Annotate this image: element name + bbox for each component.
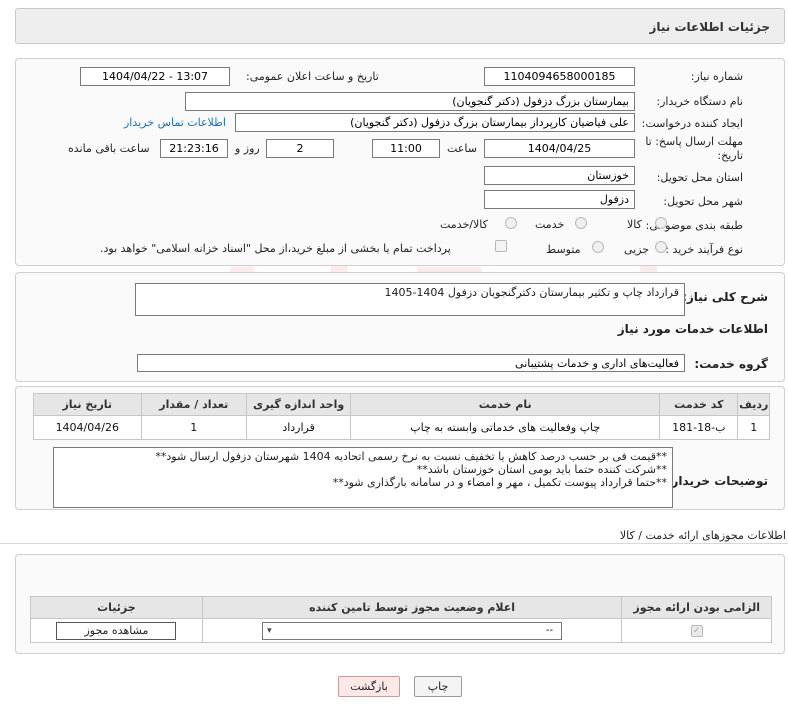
buyer-notes-label: توضیحات خریدار: xyxy=(666,474,768,488)
row-index: 1 xyxy=(737,415,770,440)
back-button[interactable]: بازگشت xyxy=(338,676,400,697)
page-title: جزئیات اطلاعات نیاز xyxy=(649,20,770,34)
summary-label: شرح کلی نیاز: xyxy=(682,290,768,304)
col-qty: تعداد / مقدار xyxy=(140,393,247,416)
permits-divider xyxy=(0,543,788,544)
treasury-note: پرداخت تمام یا بخشی از مبلغ خرید،از محل … xyxy=(100,242,451,255)
city-field: دزفول xyxy=(484,190,635,209)
permit-required-cell: ✓ xyxy=(621,618,772,643)
need-number-field: 1104094658000185 xyxy=(484,67,635,86)
permit-status-select[interactable]: -- ▾ xyxy=(262,621,563,640)
permit-details-cell: مشاهده مجوز xyxy=(30,618,203,643)
permits-table: الزامی بودن ارائه مجوز اعلام وضعیت مجوز … xyxy=(30,596,772,643)
province-field: خوزستان xyxy=(484,166,635,185)
buyer-notes-textarea: **قیمت فی بر حسب درصد کاهش یا تخفیف نسبت… xyxy=(53,447,673,508)
process-radio-medium[interactable] xyxy=(592,241,604,253)
announce-label: تاریخ و ساعت اعلان عمومی: xyxy=(246,70,379,83)
remaining-time-label: ساعت باقی مانده xyxy=(68,142,150,155)
row-code: ب-18-181 xyxy=(659,415,739,440)
category-radio-service[interactable] xyxy=(575,217,587,229)
process-radio-minor[interactable] xyxy=(655,241,667,253)
category-option-goods: کالا xyxy=(627,218,642,231)
requester-label: ایجاد کننده درخواست: xyxy=(641,117,743,130)
treasury-checkbox[interactable] xyxy=(495,240,507,252)
col-index: ردیف xyxy=(737,393,770,416)
deadline-time-field: 11:00 xyxy=(372,139,440,158)
col-permit-required: الزامی بودن ارائه مجوز xyxy=(621,596,772,619)
permit-required-checkbox: ✓ xyxy=(690,625,703,637)
days-label: روز و xyxy=(235,142,260,155)
process-option-medium: متوسط xyxy=(546,243,581,256)
page-header: جزئیات اطلاعات نیاز xyxy=(15,8,785,44)
service-group-label: گروه خدمت: xyxy=(694,357,768,371)
buyer-org-label: نام دستگاه خریدار: xyxy=(656,95,743,108)
category-radio-goods-service[interactable] xyxy=(505,217,517,229)
row-qty: 1 xyxy=(140,415,247,440)
col-code: کد خدمت xyxy=(659,393,739,416)
deadline-label: مهلت ارسال پاسخ: تا تاریخ: xyxy=(645,135,743,163)
print-button[interactable]: چاپ xyxy=(414,676,462,697)
process-option-minor: جزیی xyxy=(624,243,650,256)
deadline-date-field: 1404/04/25 xyxy=(484,139,635,158)
col-date: تاریخ نیاز xyxy=(33,393,142,416)
category-option-service: خدمت xyxy=(535,218,565,231)
table-row: 1 ب-18-181 چاپ وفعالیت های خدماتی وابسته… xyxy=(33,415,770,440)
deadline-time-label: ساعت xyxy=(447,142,477,155)
permits-section-title: اطلاعات مجوزهای ارائه خدمت / کالا xyxy=(619,529,786,542)
days-field: 2 xyxy=(266,139,334,158)
col-name: نام خدمت xyxy=(350,393,661,416)
col-permit-status: اعلام وضعیت مجوز توسط تامین کننده xyxy=(201,596,623,619)
row-name: چاپ وفعالیت های خدماتی وابسته به چاپ xyxy=(350,415,661,440)
buyer-org-field: بیمارستان بزرگ دزفول (دکتر گنجویان) xyxy=(185,92,635,111)
province-label: استان محل تحویل: xyxy=(656,171,743,184)
col-unit: واحد اندازه گیری xyxy=(245,393,352,416)
buyer-note-line-2: **شرکت کننده حتما باید بومی استان خوزستا… xyxy=(416,463,667,476)
category-option-goods-service: کالا/خدمت xyxy=(440,218,488,231)
deadline-label-line1: مهلت ارسال پاسخ: تا xyxy=(645,135,743,148)
row-date: 1404/04/26 xyxy=(33,415,142,440)
remaining-time-field: 21:23:16 xyxy=(160,139,228,158)
row-unit: قرارداد xyxy=(245,415,352,440)
permits-table-header: الزامی بودن ارائه مجوز اعلام وضعیت مجوز … xyxy=(30,596,772,619)
services-table-header: ردیف کد خدمت نام خدمت واحد اندازه گیری ت… xyxy=(33,393,770,416)
summary-text: قرارداد چاپ و تکثیر بیمارستان دکترگنجویا… xyxy=(384,286,679,299)
table-row: ✓ -- ▾ مشاهده مجوز xyxy=(30,618,772,643)
buyer-note-line-1: **قیمت فی بر حسب درصد کاهش یا تخفیف نسبت… xyxy=(155,450,667,463)
need-number-label: شماره نیاز: xyxy=(690,70,743,83)
deadline-label-line2: تاریخ: xyxy=(717,149,743,162)
service-group-field: فعالیت‌های اداری و خدمات پشتیبانی xyxy=(137,354,685,372)
summary-textarea: قرارداد چاپ و تکثیر بیمارستان دکترگنجویا… xyxy=(135,283,685,316)
view-permit-button[interactable]: مشاهده مجوز xyxy=(56,621,177,640)
process-label: نوع فرآیند خرید : xyxy=(665,243,743,256)
buyer-note-line-3: **حتما قرارداد پیوست تکمیل ، مهر و امضاء… xyxy=(332,476,667,489)
col-permit-details: جزئیات xyxy=(30,596,203,619)
permit-select-value: -- xyxy=(545,624,554,636)
buyer-contact-link[interactable]: اطلاعات تماس خریدار xyxy=(124,116,226,129)
city-label: شهر محل تحویل: xyxy=(663,195,743,208)
category-radio-goods[interactable] xyxy=(655,217,667,229)
services-section-title: اطلاعات خدمات مورد نیاز xyxy=(617,322,768,336)
permit-status-cell: -- ▾ xyxy=(201,618,623,643)
chevron-down-icon: ▾ xyxy=(267,625,272,636)
services-table: ردیف کد خدمت نام خدمت واحد اندازه گیری ت… xyxy=(33,393,770,440)
requester-field: علی فیاضیان کارپرداز بیمارستان بزرگ دزفو… xyxy=(235,113,635,132)
announce-field: 1404/04/22 - 13:07 xyxy=(80,67,230,86)
